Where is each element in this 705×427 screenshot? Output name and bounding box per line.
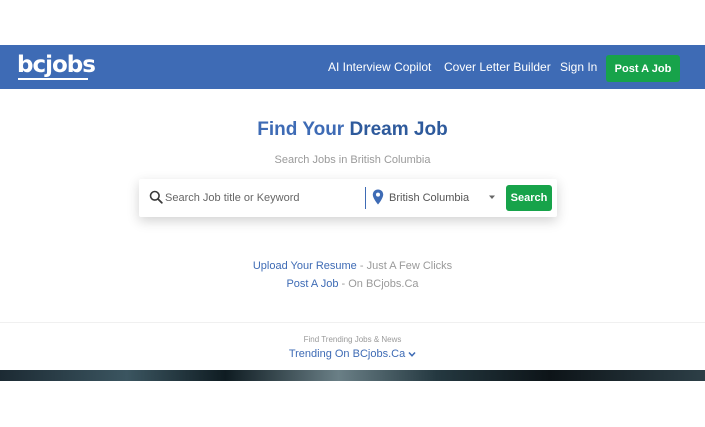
page-subtitle: Search Jobs in British Columbia	[274, 154, 431, 166]
upload-resume-promo: Upload Your Resume - Just A Few Clicks	[0, 260, 705, 272]
page-title: Find Your Dream Job	[0, 119, 705, 141]
hero-background-image	[0, 370, 705, 381]
search-button[interactable]: Search	[506, 185, 552, 211]
trending-label: Trending On BCjobs.Ca	[288, 348, 406, 360]
trending-caption: Find Trending Jobs & News	[303, 335, 402, 344]
post-job-link[interactable]: Post A Job	[286, 278, 338, 290]
trending-toggle[interactable]: Trending On BCjobs.Ca	[0, 348, 705, 360]
job-search-bar: British Columbia Search	[139, 179, 557, 217]
location-select[interactable]: British Columbia	[389, 192, 469, 204]
title-emphasis: Dream Job	[349, 119, 448, 140]
chevron-down-icon[interactable]	[488, 193, 496, 201]
nav-sign-in[interactable]: Sign In	[560, 60, 597, 74]
title-prefix: Find Your	[257, 119, 350, 140]
map-pin-icon	[372, 189, 384, 205]
search-divider	[365, 187, 366, 209]
trending-section: Find Trending Jobs & News Trending On BC…	[0, 322, 705, 370]
upload-resume-text: - Just A Few Clicks	[356, 260, 453, 272]
top-navbar: bcjobs AI Interview Copilot Cover Letter…	[0, 45, 705, 89]
chevron-down-icon	[408, 352, 416, 358]
keyword-search-input[interactable]	[165, 187, 360, 209]
search-icon	[149, 190, 163, 204]
bcjobs-logo[interactable]: bcjobs	[17, 54, 96, 77]
logo-underline	[18, 78, 88, 80]
post-job-text: - On BCjobs.Ca	[338, 278, 419, 290]
post-a-job-button[interactable]: Post A Job	[606, 55, 680, 82]
nav-cover-letter-builder[interactable]: Cover Letter Builder	[444, 60, 551, 74]
nav-ai-interview-copilot[interactable]: AI Interview Copilot	[328, 60, 431, 74]
upload-resume-link[interactable]: Upload Your Resume	[253, 260, 357, 272]
post-job-promo: Post A Job - On BCjobs.Ca	[0, 278, 705, 290]
